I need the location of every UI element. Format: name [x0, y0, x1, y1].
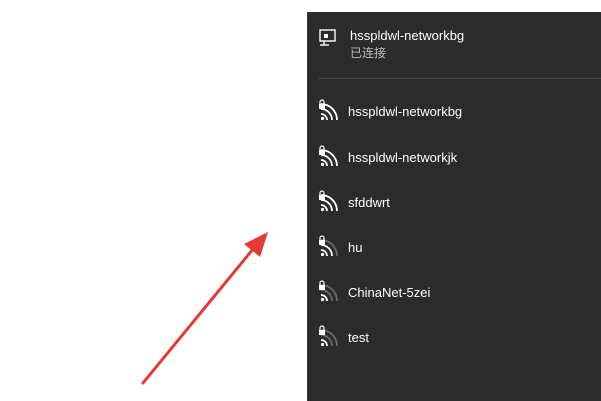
red-arrow-annotation — [141, 232, 268, 385]
